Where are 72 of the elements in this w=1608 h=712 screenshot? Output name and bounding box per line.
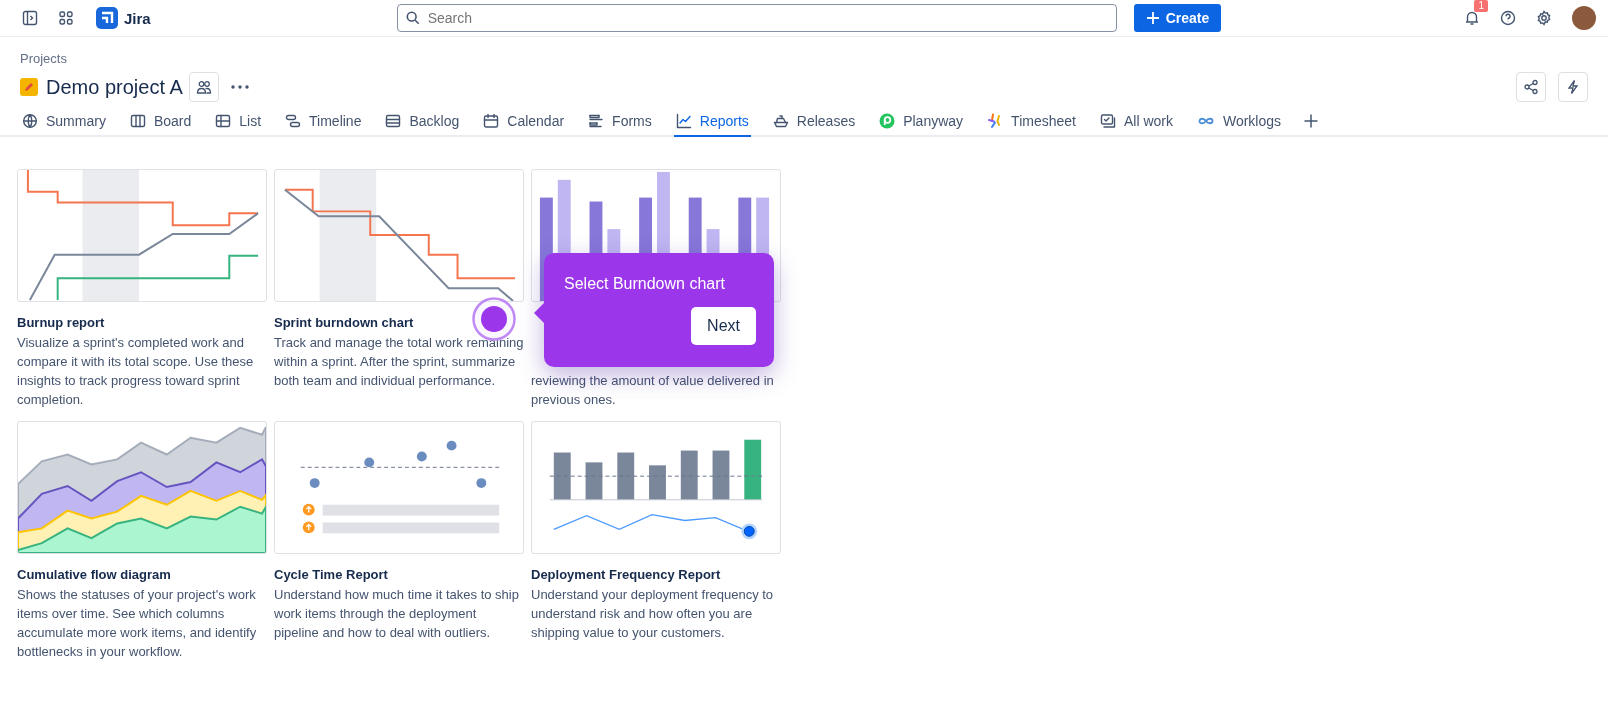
report-title[interactable]: Sprint burndown chart [274,315,524,330]
avatar[interactable] [1572,6,1596,30]
data-point [416,451,427,462]
bell-icon[interactable] [1464,10,1480,26]
data-point [476,478,487,488]
report-description: Shows the statuses of your project's work items over time. See which columns accumulate more work items, and identify bottlenecks in your workflow. [17,586,258,661]
next-button[interactable]: Next [691,307,756,345]
plus-icon [1145,11,1160,25]
deployment-bar [585,462,603,500]
nav-tab[interactable]: List [213,107,264,137]
chart-thumbnail[interactable] [17,169,267,302]
checklist-icon [1099,113,1116,129]
nav-tab[interactable]: Releases [770,107,858,137]
line-chart-icon [675,113,692,129]
lightning-icon[interactable] [1558,72,1588,102]
data-point [364,457,375,468]
report-description: reviewing the amount of value delivered in previous ones. [531,372,775,409]
tooltip-text: Select Burndown chart [564,275,726,293]
deployment-bar [680,450,698,500]
search-icon [405,11,420,25]
calendar-icon [483,113,500,129]
nav-tab[interactable]: Summary [20,107,108,137]
ship-icon [772,113,789,129]
form-icon [588,113,605,129]
deployment-bar [553,452,571,500]
search-field[interactable]: Search [396,4,1117,32]
columns-icon [129,113,146,129]
arrow-up-icon [302,503,315,516]
report-description: Understand how much time it takes to ship work items through the deployment pipeline and how to deal with outliers. [274,586,520,642]
deployment-bar [712,450,730,500]
chart-thumbnail[interactable] [274,169,524,302]
deployment-bar [617,452,635,500]
product-name[interactable]: Jira [124,9,151,27]
nav-tab[interactable]: Timeline [283,107,364,137]
share-icon[interactable] [1516,72,1546,102]
table-icon [215,113,232,129]
timeline-icon [285,113,302,129]
report-title[interactable]: Cycle Time Report [274,567,524,582]
nav-tab[interactable]: Reports [673,107,751,137]
nav-tab[interactable]: Planyway [877,107,966,137]
notification-badge: 1 [1474,0,1488,12]
report-description: Track and manage the total work remaining within a sprint. After the sprint, summarize both team and individual performance. [274,334,524,390]
breadcrumb-link[interactable]: Projects [20,51,1588,66]
report-description: Visualize a sprint's completed work and compare it with its total scope. Use these insights to track progress toward sprint completion. [17,334,255,409]
report-title[interactable]: Deployment Frequency Report [531,567,781,582]
globe-icon [22,113,38,129]
report-description: Understand your deployment frequency to understand risk and how often you are shipping value to your customers. [531,586,775,642]
people-icon[interactable] [188,72,219,102]
nav-tab[interactable]: Worklogs [1194,107,1284,137]
nav-tab[interactable]: Board [127,107,194,137]
area-chart-drawing[interactable] [17,421,267,554]
project-title: Demo project A [46,75,183,99]
planyway-icon [879,113,896,129]
nav-tab[interactable]: All work [1097,107,1175,137]
nav-tab[interactable]: Timesheet [985,107,1078,137]
nav-tab[interactable]: Backlog [383,107,462,137]
nav-tab[interactable]: Forms [586,107,654,137]
create-button[interactable]: Create [1133,4,1222,32]
backlog-icon [385,113,402,129]
nav-tab[interactable]: Calendar [481,107,567,137]
deployment-bar [744,439,762,500]
arrow-up-icon [302,521,315,534]
logo-icon[interactable] [96,7,118,29]
chart-thumbnail[interactable] [274,421,524,554]
report-title[interactable]: Burnup report [17,315,267,330]
data-point [309,478,320,488]
highlight-point [741,523,758,540]
chart-thumbnail[interactable] [531,421,781,554]
pencil-icon [20,78,38,96]
report-title[interactable]: Cumulative flow diagram [17,567,267,582]
deployment-bar [649,465,666,500]
data-point [446,440,457,451]
